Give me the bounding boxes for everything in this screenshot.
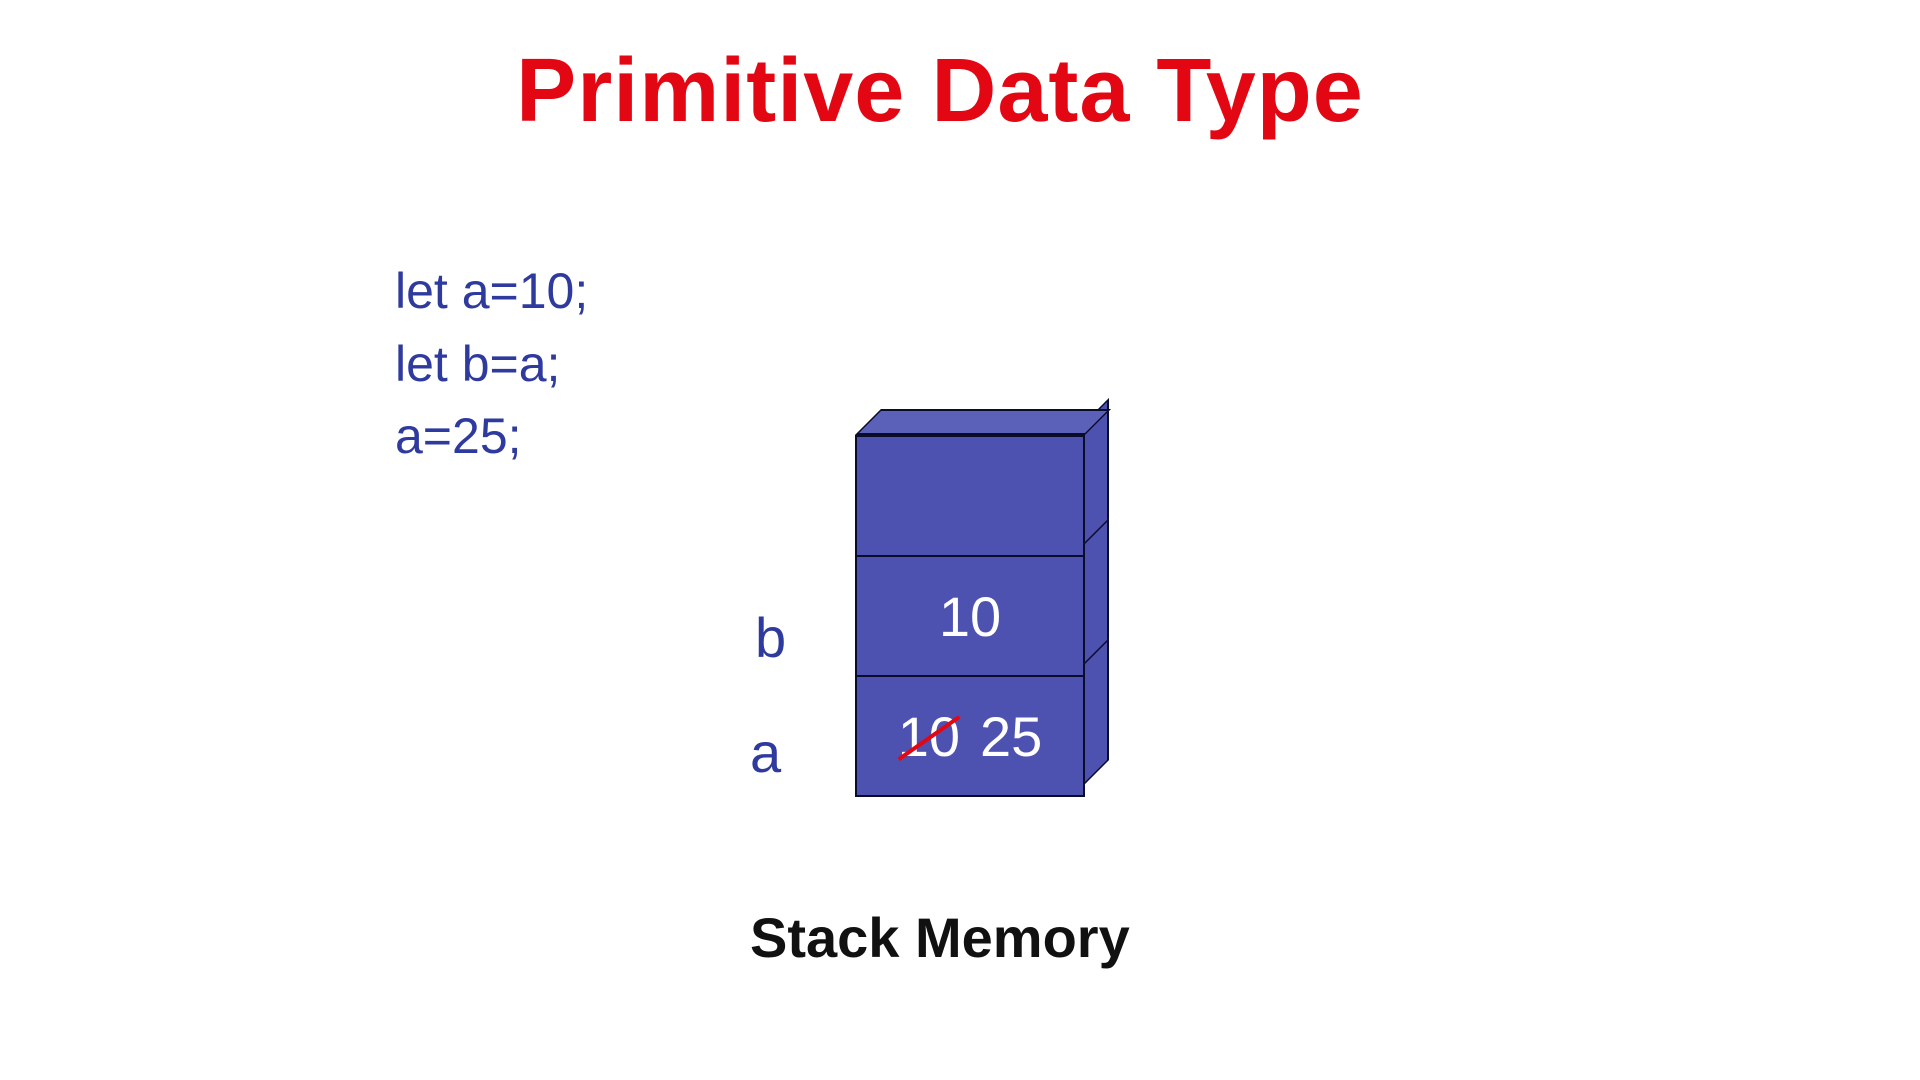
stack-label-b: b — [755, 605, 786, 670]
stack-cell-empty — [855, 435, 1085, 557]
page-title: Primitive Data Type — [0, 40, 1880, 143]
stack-caption: Stack Memory — [750, 905, 1130, 970]
code-block: let a=10; let b=a; a=25; — [395, 255, 588, 473]
code-line-1: let a=10; — [395, 255, 588, 328]
stack-value-a-old: 10 — [898, 704, 960, 769]
stack-top-face — [855, 409, 1111, 435]
code-line-3: a=25; — [395, 400, 588, 473]
stack-label-a: a — [750, 720, 781, 785]
stack-value-a-new: 25 — [980, 704, 1042, 769]
stack-cell-a: 10 25 — [855, 675, 1085, 797]
code-line-2: let b=a; — [395, 328, 588, 401]
stack-cell-b: 10 — [855, 555, 1085, 677]
stack-diagram: 10 10 25 — [855, 435, 1085, 797]
stack-value-b: 10 — [939, 584, 1001, 649]
stack-cell-side — [1083, 638, 1109, 786]
